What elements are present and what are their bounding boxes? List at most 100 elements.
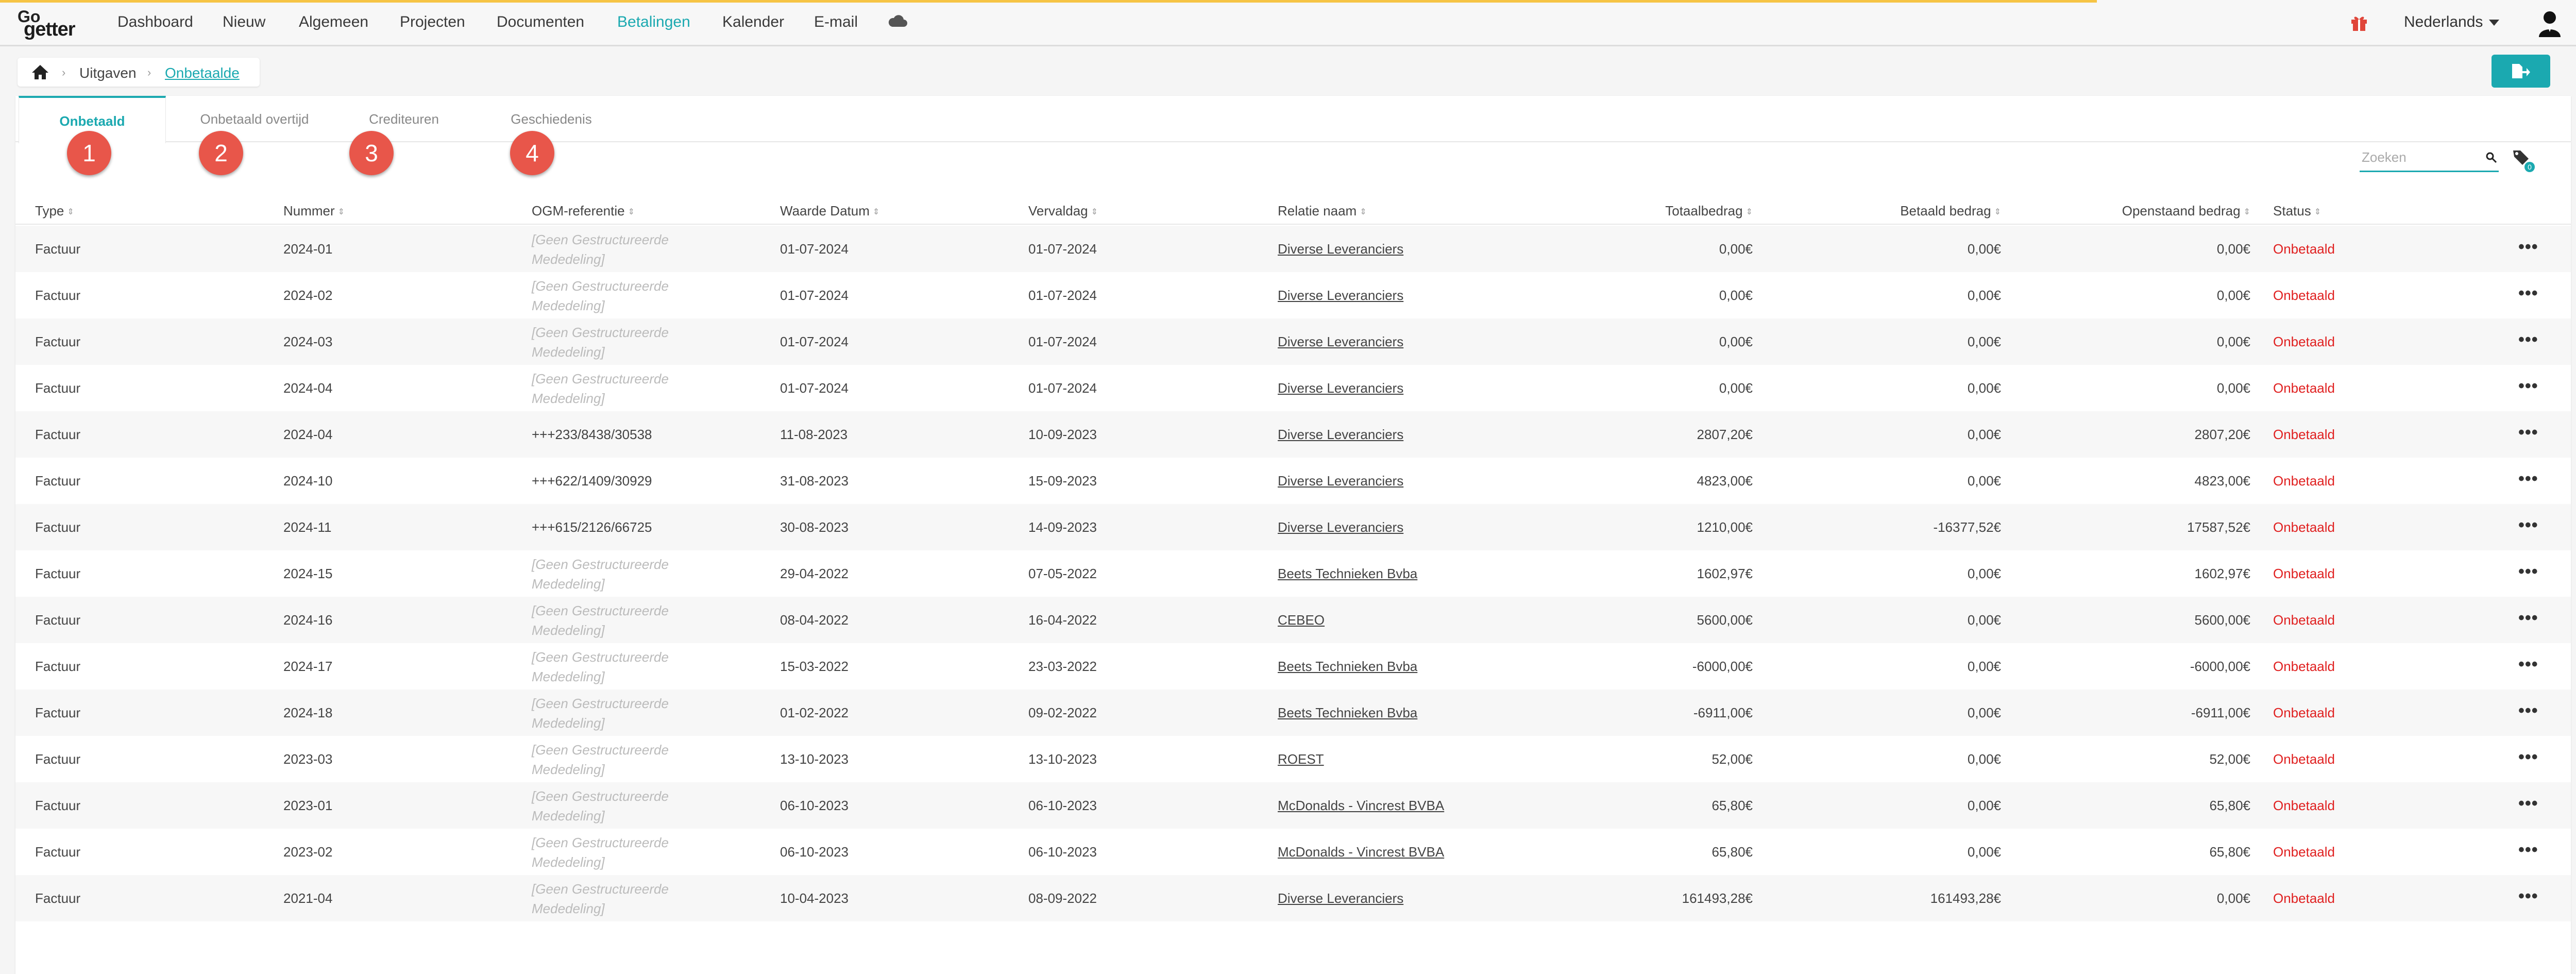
cell-openstaand-bedrag: 0,00€ <box>2216 241 2250 257</box>
cell-totaalbedrag: 4823,00€ <box>1697 473 1753 489</box>
column-header-vervaldag[interactable]: Vervaldag ⇕ <box>1028 203 1098 219</box>
cell-relatie-link[interactable]: McDonalds - Vincrest BVBA <box>1278 798 1444 814</box>
cell-relatie-link[interactable]: Diverse Leveranciers <box>1278 288 1403 304</box>
column-header-type[interactable]: Type ⇕ <box>35 203 74 219</box>
cell-betaald-bedrag: 0,00€ <box>1967 473 2001 489</box>
cell-totaalbedrag: 0,00€ <box>1719 241 1753 257</box>
cell-waarde-datum: 06-10-2023 <box>780 844 849 860</box>
cell-type: Factuur <box>35 427 81 442</box>
tags-filter[interactable]: 0 <box>2511 147 2536 172</box>
more-dots-icon[interactable]: ••• <box>2518 237 2538 257</box>
nav-kalender[interactable]: Kalender <box>722 13 784 31</box>
nav-betalingen[interactable]: Betalingen <box>617 13 690 31</box>
table-row[interactable]: Factuur 2024-11 +++615/2126/66725 30-08-202… <box>15 504 2571 550</box>
cell-relatie-link[interactable]: Diverse Leveranciers <box>1278 891 1403 906</box>
cell-relatie-link[interactable]: Beets Technieken Bvba <box>1278 566 1417 582</box>
table-row[interactable]: Factuur 2024-04 +++233/8438/30538 11-08-202… <box>15 411 2571 458</box>
sort-icon: ⇕ <box>337 208 345 216</box>
sort-icon: ⇕ <box>1360 208 1367 216</box>
user-avatar-icon[interactable] <box>2537 9 2563 37</box>
table-row[interactable]: Factuur 2024-04 [Geen Gestructureerde Mede… <box>15 365 2571 411</box>
table-row[interactable]: Factuur 2024-18 [Geen Gestructureerde Mede… <box>15 690 2571 736</box>
more-dots-icon[interactable]: ••• <box>2518 654 2538 675</box>
export-button[interactable] <box>2492 55 2550 88</box>
cell-relatie-link[interactable]: Diverse Leveranciers <box>1278 334 1403 350</box>
column-header-nummer[interactable]: Nummer ⇕ <box>283 203 345 219</box>
cell-relatie-link[interactable]: Diverse Leveranciers <box>1278 427 1403 443</box>
cell-betaald-bedrag: 0,00€ <box>1967 659 2001 674</box>
language-selector[interactable]: Nederlands <box>2404 13 2500 31</box>
cell-vervaldag: 06-10-2023 <box>1028 798 1097 813</box>
more-dots-icon[interactable]: ••• <box>2518 747 2538 767</box>
nav-documenten[interactable]: Documenten <box>497 13 584 31</box>
cell-relatie-link[interactable]: Diverse Leveranciers <box>1278 473 1403 489</box>
breadcrumb-onbetaalde[interactable]: Onbetaalde <box>165 65 240 81</box>
table-row[interactable]: Factuur 2024-02 [Geen Gestructureerde Mede… <box>15 272 2571 318</box>
table-row[interactable]: Factuur 2024-17 [Geen Gestructureerde Mede… <box>15 643 2571 690</box>
table-row[interactable]: Factuur 2023-02 [Geen Gestructureerde Mede… <box>15 829 2571 875</box>
column-header-label: Status <box>2273 203 2311 219</box>
table-row[interactable]: Factuur 2024-01 [Geen Gestructureerde Mede… <box>15 226 2571 272</box>
more-dots-icon[interactable]: ••• <box>2518 376 2538 396</box>
cell-openstaand-bedrag: 65,80€ <box>2209 844 2250 860</box>
step-badge-3: 3 <box>349 131 394 175</box>
tab-onbetaald-overtijd[interactable]: Onbetaald overtijd <box>166 96 343 142</box>
more-dots-icon[interactable]: ••• <box>2518 330 2538 350</box>
gogetter-logo[interactable]: Go getter <box>18 7 90 40</box>
table-row[interactable]: Factuur 2024-10 +++622/1409/30929 31-08-202… <box>15 458 2571 504</box>
table-row[interactable]: Factuur 2021-04 [Geen Gestructureerde Mede… <box>15 875 2571 921</box>
column-header-totaal[interactable]: Totaalbedrag ⇕ <box>1665 203 1753 219</box>
search-input[interactable] <box>2362 149 2475 165</box>
cell-betaald-bedrag: 0,00€ <box>1967 612 2001 628</box>
top-navbar: Go getter Dashboard Nieuw Algemeen Proje… <box>0 0 2576 46</box>
column-header-openstaand[interactable]: Openstaand bedrag ⇕ <box>2122 203 2250 219</box>
more-dots-icon[interactable]: ••• <box>2518 608 2538 628</box>
column-header-waarde-datum[interactable]: Waarde Datum ⇕ <box>780 203 879 219</box>
more-dots-icon[interactable]: ••• <box>2518 794 2538 814</box>
cell-ogm: [Geen Gestructureerde Mededeling] <box>532 325 669 360</box>
cloud-icon[interactable] <box>887 12 908 29</box>
more-dots-icon[interactable]: ••• <box>2518 515 2538 535</box>
more-dots-icon[interactable]: ••• <box>2518 562 2538 582</box>
cell-relatie-link[interactable]: Diverse Leveranciers <box>1278 380 1403 396</box>
cell-type: Factuur <box>35 334 81 349</box>
column-header-betaald[interactable]: Betaald bedrag ⇕ <box>1900 203 2001 219</box>
more-dots-icon[interactable]: ••• <box>2518 840 2538 860</box>
column-header-label: Type <box>35 203 64 219</box>
table-row[interactable]: Factuur 2024-03 [Geen Gestructureerde Mede… <box>15 318 2571 365</box>
nav-algemeen[interactable]: Algemeen <box>299 13 368 31</box>
table-row[interactable]: Factuur 2024-16 [Geen Gestructureerde Mede… <box>15 597 2571 643</box>
cell-relatie-link[interactable]: ROEST <box>1278 751 1324 767</box>
cell-relatie-link[interactable]: Diverse Leveranciers <box>1278 241 1403 257</box>
nav-dashboard[interactable]: Dashboard <box>117 13 193 31</box>
column-header-ogm[interactable]: OGM-referentie ⇕ <box>532 203 635 219</box>
nav-email[interactable]: E-mail <box>814 13 858 31</box>
table-row[interactable]: Factuur 2023-01 [Geen Gestructureerde Mede… <box>15 782 2571 829</box>
cell-type: Factuur <box>35 751 81 767</box>
cell-relatie-link[interactable]: Beets Technieken Bvba <box>1278 705 1417 721</box>
tab-geschiedenis[interactable]: Geschiedenis <box>465 96 638 142</box>
column-header-status[interactable]: Status ⇕ <box>2273 203 2321 219</box>
cell-relatie-link[interactable]: McDonalds - Vincrest BVBA <box>1278 844 1444 860</box>
file-export-icon <box>2512 64 2530 78</box>
more-dots-icon[interactable]: ••• <box>2518 283 2538 304</box>
breadcrumb-uitgaven[interactable]: Uitgaven <box>79 65 137 81</box>
cell-nummer: 2023-02 <box>283 844 333 860</box>
home-icon[interactable] <box>31 64 49 80</box>
nav-nieuw[interactable]: Nieuw <box>223 13 265 31</box>
more-dots-icon[interactable]: ••• <box>2518 701 2538 721</box>
more-dots-icon[interactable]: ••• <box>2518 423 2538 443</box>
more-dots-icon[interactable]: ••• <box>2518 886 2538 906</box>
nav-projecten[interactable]: Projecten <box>400 13 465 31</box>
more-dots-icon[interactable]: ••• <box>2518 469 2538 489</box>
table-row[interactable]: Factuur 2024-15 [Geen Gestructureerde Mede… <box>15 550 2571 597</box>
column-header-relatie[interactable]: Relatie naam ⇕ <box>1278 203 1367 219</box>
cell-relatie-link[interactable]: CEBEO <box>1278 612 1325 628</box>
gift-icon[interactable] <box>2349 12 2369 32</box>
search-icon[interactable] <box>2485 152 2498 164</box>
cell-nummer: 2024-17 <box>283 659 333 674</box>
cell-status: Onbetaald <box>2273 844 2335 860</box>
cell-relatie-link[interactable]: Diverse Leveranciers <box>1278 519 1403 535</box>
table-row[interactable]: Factuur 2023-03 [Geen Gestructureerde Mede… <box>15 736 2571 782</box>
cell-relatie-link[interactable]: Beets Technieken Bvba <box>1278 659 1417 675</box>
